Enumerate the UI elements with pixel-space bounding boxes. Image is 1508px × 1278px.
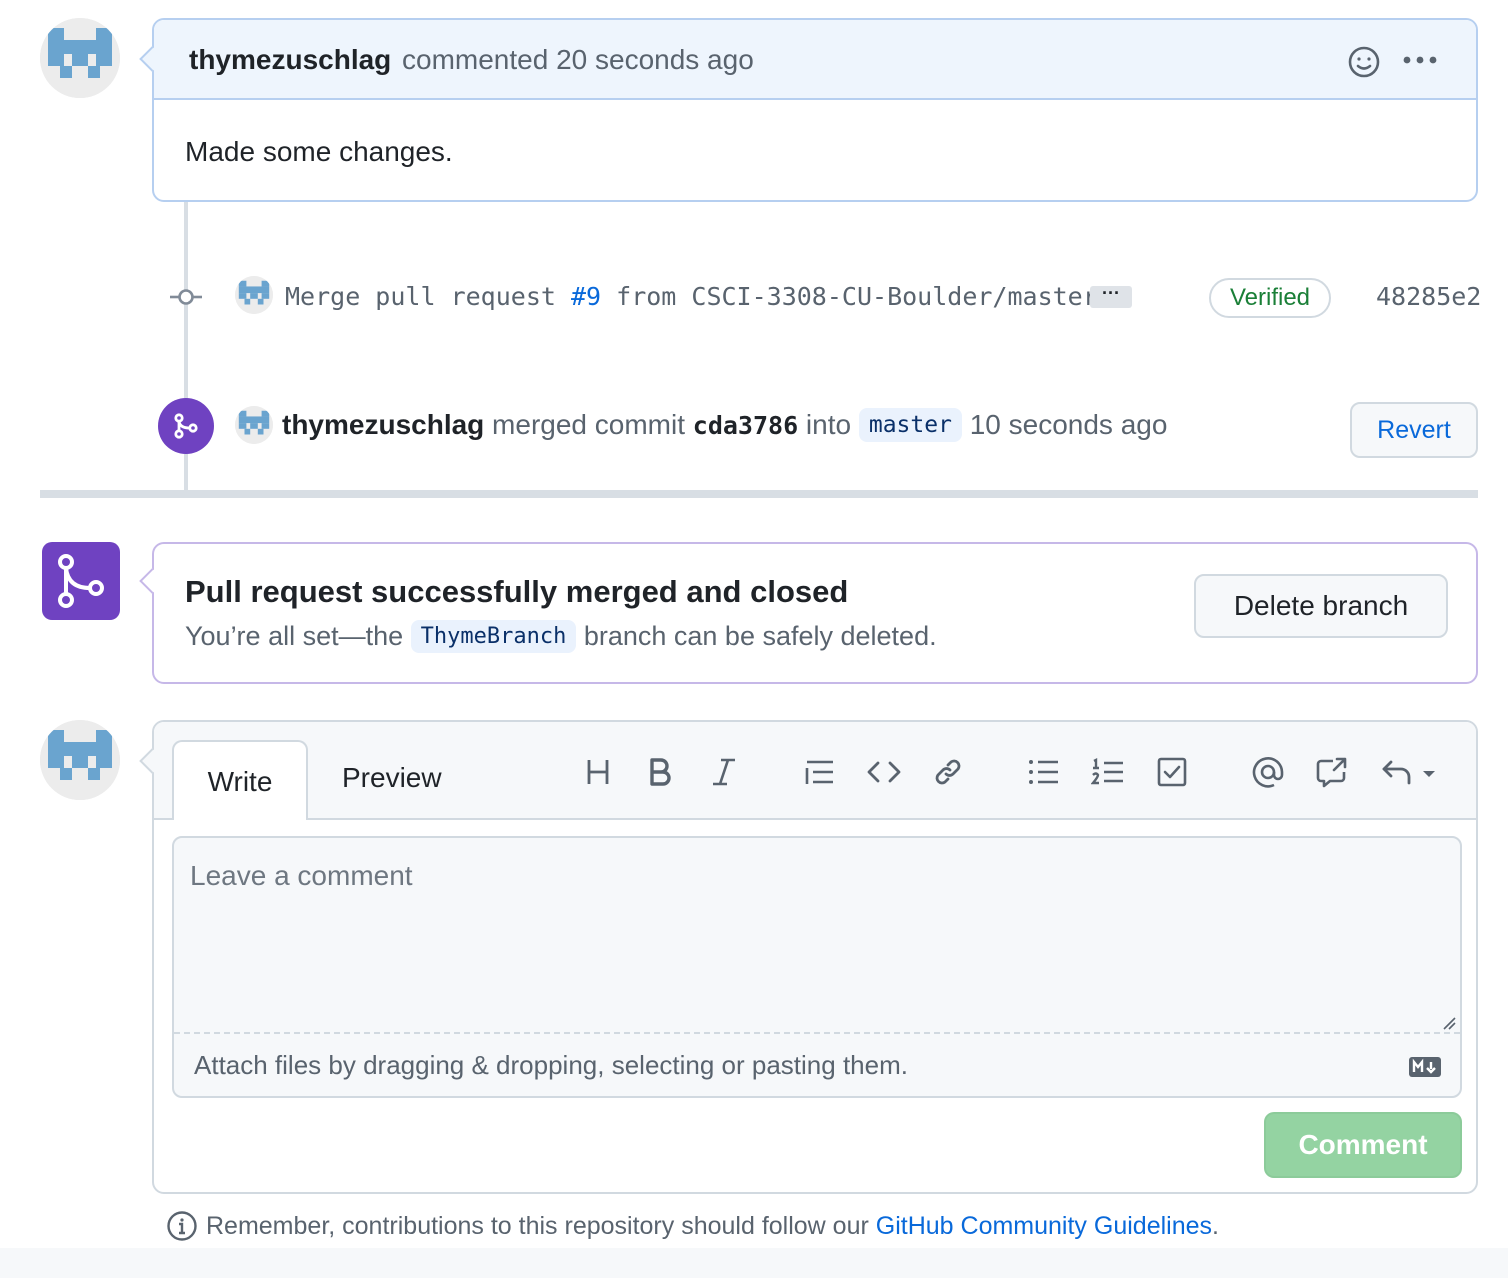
mention-icon — [1252, 757, 1284, 788]
task-list-icon — [1157, 757, 1187, 787]
merge-status-card: Pull request successfully merged and clo… — [139, 542, 1478, 684]
comment-placeholder: Leave a comment — [190, 860, 413, 891]
comment-textarea[interactable]: Leave a comment Attach files by dragging… — [172, 836, 1462, 1098]
quote-button[interactable] — [800, 752, 840, 792]
contribution-note: Remember, contributions to this reposito… — [166, 1210, 1219, 1242]
merge-status-subtitle: You’re all set—the ThymeBranch branch ca… — [185, 620, 937, 653]
merged-author[interactable]: thymezuschlag — [282, 409, 484, 440]
code-button[interactable] — [864, 752, 904, 792]
bold-icon — [650, 758, 671, 786]
merge-card-arrow — [139, 568, 165, 594]
git-commit-icon — [170, 289, 202, 305]
merged-commit-link[interactable]: cda3786 — [693, 411, 798, 440]
task-list-button[interactable] — [1152, 752, 1192, 792]
merge-sub-suffix: branch can be safely deleted. — [576, 621, 937, 651]
comment-submit-button[interactable]: Comment — [1264, 1112, 1462, 1178]
info-icon — [167, 1211, 197, 1241]
italic-button[interactable] — [704, 752, 744, 792]
kebab-horizontal-icon — [1403, 56, 1437, 64]
verified-badge[interactable]: Verified — [1209, 278, 1331, 318]
attach-divider — [174, 1032, 1460, 1034]
head-branch-label[interactable]: ThymeBranch — [410, 620, 577, 653]
merge-sub-prefix: You’re all set—the — [185, 621, 411, 651]
bold-button[interactable] — [640, 752, 680, 792]
mention-button[interactable] — [1248, 752, 1288, 792]
markdown-icon[interactable] — [1408, 1056, 1442, 1078]
community-guidelines-link[interactable]: GitHub Community Guidelines — [876, 1212, 1212, 1240]
merged-text-1: merged commit — [484, 409, 693, 440]
commit-message-prefix: Merge pull request — [285, 282, 571, 311]
cross-reference-button[interactable] — [1312, 752, 1352, 792]
revert-button[interactable]: Revert — [1350, 402, 1478, 458]
italic-icon — [713, 758, 735, 786]
bullet-list-button[interactable] — [1024, 752, 1064, 792]
delete-branch-button[interactable]: Delete branch — [1194, 574, 1448, 638]
merged-status-icon — [42, 542, 120, 620]
heading-icon — [587, 760, 609, 784]
code-icon — [867, 761, 901, 783]
merger-avatar[interactable] — [235, 406, 273, 444]
link-button[interactable] — [928, 752, 968, 792]
numbered-list-icon — [1091, 758, 1123, 785]
tab-write[interactable]: Write — [172, 740, 308, 820]
note-suffix: . — [1212, 1211, 1219, 1240]
expand-commit-button[interactable]: ··· — [1090, 284, 1132, 308]
add-reaction-button[interactable] — [1344, 42, 1384, 82]
comment-options-button[interactable] — [1398, 42, 1442, 78]
numbered-list-button[interactable] — [1088, 752, 1128, 792]
resize-handle-icon[interactable] — [1442, 1016, 1456, 1030]
timeline-divider — [40, 490, 1478, 498]
note-prefix: Remember, contributions to this reposito… — [206, 1211, 876, 1240]
current-user-avatar[interactable] — [40, 720, 120, 800]
tab-preview[interactable]: Preview — [342, 762, 442, 794]
saved-replies-button[interactable] — [1380, 752, 1440, 792]
smiley-icon — [1348, 46, 1380, 78]
reply-icon — [1382, 760, 1435, 785]
commit-message-suffix: from CSCI-3308-CU-Boulder/master — [601, 282, 1098, 311]
comment-author[interactable]: thymezuschlag — [189, 44, 391, 76]
comment-timestamp[interactable]: commented 20 seconds ago — [402, 44, 754, 76]
merge-status-title: Pull request successfully merged and clo… — [185, 574, 849, 609]
quote-icon — [805, 760, 833, 784]
merged-badge — [158, 398, 214, 454]
target-branch-label[interactable]: master — [858, 408, 962, 442]
attach-files-hint[interactable]: Attach files by dragging & dropping, sel… — [194, 1050, 908, 1081]
pr-link[interactable]: #9 — [571, 282, 601, 311]
commit-message[interactable]: Merge pull request #9 from CSCI-3308-CU-… — [285, 282, 1098, 311]
comment-composer: Write Preview Leave a comment Attach fil… — [139, 720, 1478, 1194]
comment-body: Made some changes. — [185, 136, 453, 167]
commit-author-avatar[interactable] — [235, 276, 273, 314]
bullet-list-icon — [1029, 760, 1058, 784]
composer-header: Write Preview — [154, 722, 1476, 820]
heading-button[interactable] — [578, 752, 618, 792]
page-bottom-strip — [0, 1248, 1508, 1278]
comment-header: thymezuschlag commented 20 seconds ago — [154, 20, 1476, 100]
merged-timestamp[interactable]: 10 seconds ago — [962, 409, 1168, 440]
git-merge-icon — [174, 413, 198, 439]
avatar[interactable] — [40, 18, 120, 98]
link-icon — [935, 759, 961, 785]
merged-event-text: thymezuschlag merged commit cda3786 into… — [282, 408, 1167, 442]
cross-reference-icon — [1316, 757, 1347, 788]
merged-text-2: into — [798, 409, 859, 440]
commit-node — [168, 286, 204, 308]
comment-card: thymezuschlag commented 20 seconds ago M… — [139, 18, 1478, 202]
commit-sha-link[interactable]: 48285e2 — [1376, 282, 1481, 311]
git-merge-icon — [58, 554, 104, 608]
